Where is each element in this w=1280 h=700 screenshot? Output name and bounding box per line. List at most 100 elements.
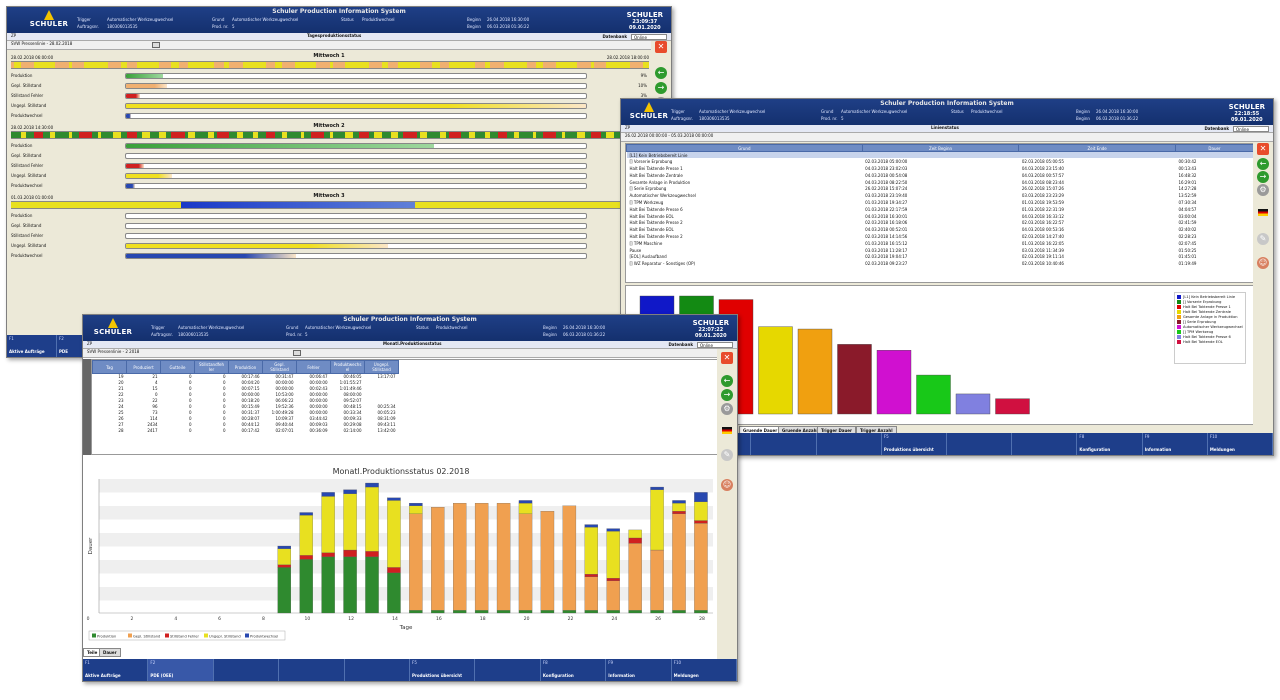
stacked-bar-segment[interactable] <box>496 502 511 611</box>
table-row[interactable]: [EOL] Auslaufband 02.03.2018 19:04:17 02.0… <box>627 253 1254 260</box>
users-icon[interactable]: ☺ <box>1257 257 1269 269</box>
stacked-bar-segment[interactable] <box>365 486 379 552</box>
stacked-bar-segment[interactable] <box>474 502 489 611</box>
column-header[interactable]: Tag <box>92 360 127 374</box>
tools-icon[interactable]: ✎ <box>1257 233 1269 245</box>
stacked-bar-segment[interactable] <box>584 576 599 611</box>
stacked-bar-segment[interactable] <box>584 527 599 575</box>
close-icon[interactable]: ✕ <box>1257 143 1269 155</box>
table-row[interactable]: Automatischer Werkzeugwechsel 03.03.2018 … <box>627 192 1254 199</box>
stacked-bar-segment[interactable] <box>365 556 379 614</box>
stacked-bar-segment[interactable] <box>694 610 708 614</box>
stacked-bar-segment[interactable] <box>650 486 664 490</box>
bar[interactable] <box>837 344 872 415</box>
table-row[interactable]: Halt Bei Taktende EOL 04.03.2018 16:30:01… <box>627 213 1254 220</box>
stacked-bar-segment[interactable] <box>628 543 642 611</box>
column-header[interactable]: Stillstandfeh ler <box>194 360 229 374</box>
stacked-bar-segment[interactable] <box>474 610 489 614</box>
stacked-bar-segment[interactable] <box>518 500 533 504</box>
settings-icon[interactable]: ⚙ <box>721 403 733 415</box>
stacked-bar-segment[interactable] <box>694 520 708 524</box>
chart-tab[interactable]: Dauer <box>99 648 121 657</box>
function-key[interactable]: F9 Information <box>1143 433 1208 455</box>
bar[interactable] <box>876 350 912 415</box>
stacked-bar-segment[interactable] <box>277 545 291 549</box>
german-flag-icon[interactable] <box>722 427 732 434</box>
function-key[interactable] <box>345 659 411 681</box>
function-key[interactable]: F5 Produktions übersicht <box>882 433 948 455</box>
stacked-bar-segment[interactable] <box>277 564 291 568</box>
stacked-bar-segment[interactable] <box>343 549 357 557</box>
stacked-bar-segment[interactable] <box>672 511 686 514</box>
bar[interactable] <box>797 328 833 415</box>
function-key[interactable] <box>751 433 817 455</box>
forward-arrow-icon[interactable]: → <box>1257 171 1269 183</box>
stacked-bar-segment[interactable] <box>628 610 642 614</box>
function-key[interactable]: F8 Konfiguration <box>1077 433 1143 455</box>
stacked-bar-segment[interactable] <box>672 502 686 512</box>
stacked-bar-segment[interactable] <box>387 567 401 573</box>
table-row[interactable]: [L1] Kein Betriebsbereit Linie <box>626 151 1254 159</box>
stacked-bar-segment[interactable] <box>431 610 445 614</box>
function-key[interactable] <box>475 659 541 681</box>
stacked-bar-segment[interactable] <box>299 555 313 560</box>
stacked-bar-segment[interactable] <box>650 489 664 551</box>
stacked-bar-segment[interactable] <box>343 489 357 494</box>
datenbank-select[interactable]: Online <box>1233 126 1269 132</box>
stacked-bar-segment[interactable] <box>628 537 642 544</box>
bar[interactable] <box>916 374 951 415</box>
function-key[interactable]: F10 Meldungen <box>672 659 737 681</box>
stacked-bar-segment[interactable] <box>606 578 620 581</box>
table-row[interactable]: [] WZ Reparatur - Sonstiges (OP) 02.03.20… <box>627 260 1254 267</box>
function-key[interactable]: F5 Produktions übersicht <box>410 659 476 681</box>
stacked-bar-segment[interactable] <box>453 502 467 611</box>
date-range-selector[interactable]: 26.02.2018 00:00:00 - 05.03.2018 00:00:0… <box>625 133 713 138</box>
stacked-bar-segment[interactable] <box>584 524 599 528</box>
stacked-bar-segment[interactable] <box>343 493 357 551</box>
column-header[interactable]: Ungepl. Stillstand <box>364 360 399 374</box>
users-icon[interactable]: ☺ <box>721 479 733 491</box>
table-row[interactable]: [] Serie Erprobung 26.02.2018 15:07:24 26.… <box>627 185 1254 192</box>
table-row[interactable]: [] TPM Werkzeug 01.03.2018 19:34:27 01.03.… <box>627 199 1254 206</box>
stacked-bar-segment[interactable] <box>409 610 423 614</box>
function-key[interactable]: F10 Meldungen <box>1208 433 1273 455</box>
table-row[interactable]: Halt Bei Taktende Presse 1 04.03.2018 23:… <box>627 165 1254 172</box>
stacked-bar-segment[interactable] <box>606 610 620 614</box>
stacked-bar-segment[interactable] <box>606 528 620 532</box>
forward-arrow-icon[interactable]: → <box>655 82 667 94</box>
close-icon[interactable]: ✕ <box>655 41 667 53</box>
stacked-bar-segment[interactable] <box>277 567 291 614</box>
stacked-bar-segment[interactable] <box>694 492 708 502</box>
table-row[interactable]: Halt Bei Taktende Zentrale 04.03.2018 00:… <box>627 172 1254 179</box>
column-header[interactable]: Produziert <box>126 360 161 374</box>
bar[interactable] <box>955 393 991 415</box>
stacked-bar-segment[interactable] <box>365 482 379 488</box>
table-row[interactable]: 28 2417 0 0 00:17:42 02:07:01 00:36:09 02:14:00… <box>93 428 399 434</box>
stacked-bar-segment[interactable] <box>321 552 335 557</box>
datenbank-select[interactable]: Online <box>631 34 667 40</box>
function-key[interactable]: F9 Information <box>606 659 672 681</box>
stacked-bar-segment[interactable] <box>606 531 620 579</box>
day-timeline-bar[interactable] <box>11 131 649 139</box>
stacked-bar-segment[interactable] <box>387 497 401 501</box>
forward-arrow-icon[interactable]: → <box>721 389 733 401</box>
stacked-bar-segment[interactable] <box>650 610 664 614</box>
stacked-bar-segment[interactable] <box>606 580 620 611</box>
column-header[interactable]: Produktion <box>228 360 263 374</box>
stacked-bar-segment[interactable] <box>431 507 445 611</box>
stacked-bar-segment[interactable] <box>540 511 555 611</box>
stacked-bar-segment[interactable] <box>299 515 313 556</box>
function-key[interactable]: F8 Konfiguration <box>541 659 607 681</box>
function-key[interactable] <box>1012 433 1078 455</box>
stacked-bar-segment[interactable] <box>387 500 401 568</box>
calendar-icon[interactable] <box>152 42 160 48</box>
stacked-bar-segment[interactable] <box>299 559 313 614</box>
table-row[interactable]: Pause 03.03.2018 11:28:17 03.03.2018 11:34… <box>627 247 1254 254</box>
table-row[interactable]: [] TPM Maschine 01.03.2018 16:15:12 01.03.… <box>627 240 1254 247</box>
table-row[interactable]: Gesamte Anlage in Produktion 04.03.2018 0… <box>627 179 1254 186</box>
function-key[interactable]: F1 Aktive Aufträge <box>83 659 149 681</box>
calendar-icon[interactable] <box>293 350 301 356</box>
back-arrow-icon[interactable]: ← <box>655 67 667 79</box>
day-timeline-bar[interactable] <box>11 61 649 69</box>
stacked-bar-segment[interactable] <box>694 523 708 611</box>
